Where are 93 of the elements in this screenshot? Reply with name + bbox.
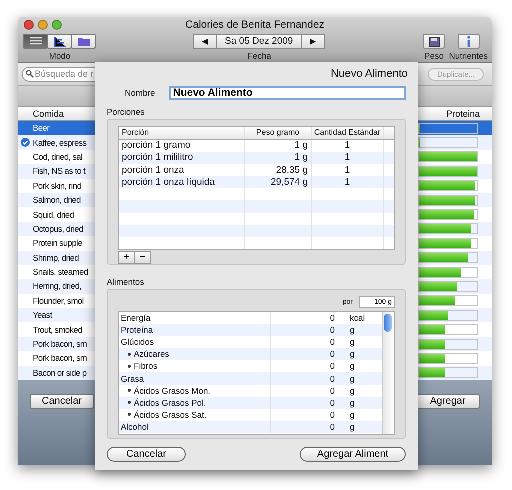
protein-bar <box>418 166 478 177</box>
toolbar-label: Nutrientes <box>449 51 488 61</box>
nutrient-unit: g <box>349 349 356 360</box>
nutrient-unit: g <box>349 374 356 384</box>
info-icon <box>466 36 472 47</box>
nutrient-value: 0 <box>329 386 335 396</box>
window-title: Calories de Benita Fernandez <box>186 18 324 30</box>
food-name: Bacon or side p <box>33 368 87 378</box>
column-header[interactable]: Peso gramo <box>245 127 312 139</box>
food-name: Cod, dried, sal <box>33 152 83 162</box>
portions-label: Porciones <box>107 107 146 117</box>
food-name: Fish, NS as to t <box>33 166 86 176</box>
food-name: Pork bacon, sm <box>33 339 88 350</box>
nutrient-value: 0 <box>329 410 335 420</box>
protein-bar <box>418 352 478 364</box>
food-name: Yeast <box>33 310 52 320</box>
zoom-icon[interactable] <box>52 20 62 30</box>
nutrient-value: 0 <box>329 374 335 384</box>
name-label: Nombre <box>125 88 156 98</box>
protein-bar <box>418 324 478 336</box>
add-portion-button[interactable]: + <box>118 251 135 264</box>
nutrient-unit: g <box>349 410 356 420</box>
nutrient-value: 0 <box>329 349 335 360</box>
nutrient-unit: g <box>349 386 356 396</box>
protein-bar <box>418 122 478 134</box>
add-button[interactable]: Agregar <box>416 394 480 410</box>
protein-bar <box>418 338 478 350</box>
food-name: Kaffee, espress <box>33 138 87 148</box>
food-name: Protein supple <box>33 238 82 248</box>
name-field[interactable]: Nuevo Alimento <box>169 86 406 100</box>
food-name: Pork skin, rind <box>33 180 82 191</box>
protein-bar <box>418 280 478 292</box>
nutrient-value: 0 <box>329 313 335 324</box>
food-name: Snails, steamed <box>33 267 88 278</box>
cancel-button[interactable]: Cancelar <box>107 447 186 462</box>
search-field[interactable]: Búsqueda de r <box>22 66 98 82</box>
mode-label: Modo <box>49 51 71 61</box>
nutrient-value: 0 <box>329 325 335 336</box>
food-name: Salmon, dried <box>33 195 81 206</box>
list-icon <box>30 36 42 46</box>
nutrient-unit: g <box>349 398 356 408</box>
foods-label: Alimentos <box>107 277 146 287</box>
nutrient-value: 0 <box>329 422 335 432</box>
next-button[interactable]: ▶ <box>301 34 326 49</box>
date-display: Sa 05 Dez 2009 <box>216 34 302 49</box>
food-name: Flounder, smol <box>33 296 84 306</box>
protein-bar <box>418 295 478 306</box>
add-food-button[interactable]: Agregar Aliment <box>300 447 406 462</box>
remove-portion-button[interactable]: − <box>134 251 151 264</box>
search-icon <box>26 70 34 78</box>
nutrient-value: 0 <box>329 361 335 372</box>
protein-bar <box>418 137 478 148</box>
protein-bar <box>418 367 478 378</box>
minimize-icon[interactable] <box>38 20 48 30</box>
nutrient-value: 0 <box>329 337 335 348</box>
column-header[interactable]: Comida <box>33 108 95 118</box>
toolbar-button[interactable] <box>423 34 446 49</box>
food-name: Squid, dried <box>33 210 74 220</box>
column-header[interactable]: Proteina <box>418 108 480 118</box>
nutrient-value: 0 <box>329 398 335 408</box>
previous-button[interactable]: ◀ <box>193 34 218 49</box>
food-name: Beer <box>33 123 50 134</box>
protein-bar <box>418 180 478 192</box>
cancel-button[interactable]: Cancelar <box>30 394 94 410</box>
protein-bar <box>418 194 478 206</box>
food-name: Herring, dried, <box>33 281 82 292</box>
protein-bar <box>418 310 478 321</box>
folder-icon <box>78 37 90 46</box>
protein-bar <box>418 238 478 249</box>
protein-bar <box>418 209 478 220</box>
toolbar-label: Peso <box>424 51 444 61</box>
nutrient-unit: g <box>349 422 356 432</box>
food-name: Trout, smoked <box>33 324 82 335</box>
protein-bar <box>418 151 478 162</box>
column-header[interactable]: Cantidad Estándar <box>312 127 384 139</box>
column-header[interactable]: Porción <box>119 127 245 139</box>
sheet-title: Nuevo Alimento <box>330 68 408 80</box>
nutrient-name: Alcohol <box>119 420 271 433</box>
nutrient-unit: kcal <box>349 313 366 324</box>
nutrient-unit: g <box>349 361 356 372</box>
mode-button[interactable] <box>47 34 72 49</box>
date-label: Fecha <box>248 51 272 61</box>
protein-bar <box>418 252 478 264</box>
food-name: Octopus, dried <box>33 224 84 234</box>
food-name: Shrimp, dried <box>33 252 79 263</box>
protein-bar <box>418 266 478 278</box>
close-icon[interactable] <box>24 20 34 30</box>
food-name: Pork bacon, sm <box>33 353 88 364</box>
nutrient-unit: g <box>349 337 356 348</box>
chart-icon <box>54 36 66 46</box>
nutrient-unit: g <box>349 325 356 336</box>
scrollbar[interactable] <box>382 312 394 434</box>
protein-bar <box>418 223 478 234</box>
